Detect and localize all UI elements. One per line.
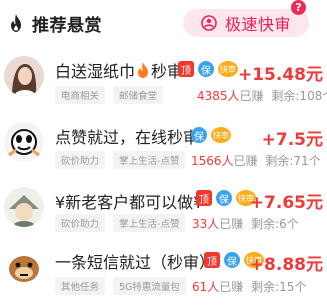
- task-title-text: 一条短信就过（秒审）: [55, 253, 216, 272]
- task-reward: +7.5元: [261, 130, 323, 150]
- tab-fast-review[interactable]: 极速快审: [183, 9, 309, 37]
- task-tags: 其他任务 5G特惠流量包: [55, 277, 194, 295]
- task-stats: 1566人已赚 剩余:71个: [191, 152, 321, 169]
- task-reward: +8.88元: [249, 255, 323, 275]
- done-count: 33人: [192, 217, 220, 231]
- done-text: 已赚: [233, 154, 258, 168]
- guarantee-badge: 保: [216, 190, 232, 206]
- flame-icon: [11, 14, 21, 32]
- task-title-text: ¥新老客户都可以做¥: [55, 193, 204, 212]
- task-title-text: 点赞就过，在线秒审: [55, 128, 200, 147]
- task-stats: 33人已赚 剩余:6个: [192, 215, 299, 232]
- done-text: 已赚: [239, 89, 264, 103]
- task-row[interactable]: ¥新老客户都可以做¥ 顶 保 快审 +7.65元 砍价助力 掌上生活-点赞 33…: [0, 183, 327, 247]
- task-row[interactable]: 一条短信就过（秒审） 顶 保 快审 +8.88元 其他任务 5G特惠流量包 61…: [0, 243, 327, 307]
- task-reward: +7.65元: [249, 193, 323, 213]
- remaining: 剩余:15个: [251, 280, 307, 294]
- done-text: 已赚: [219, 217, 244, 231]
- task-tags: 砍价助力 掌上生活-点赞: [55, 214, 193, 232]
- task-stats: 61人已赚 剩余:15个: [192, 278, 306, 295]
- done-count: 61人: [192, 280, 220, 294]
- task-badges: 顶 保 快审: [178, 61, 242, 77]
- guarantee-badge: 保: [198, 61, 214, 77]
- task-tag: 砍价助力: [55, 151, 106, 169]
- done-count: 1566人: [191, 154, 234, 168]
- task-tags: 砍价助力 掌上生活-点赞: [55, 151, 193, 169]
- task-tag: 掌上生活-点赞: [113, 214, 186, 232]
- avatar: [4, 187, 44, 227]
- task-reward: +15.48元: [237, 65, 323, 85]
- task-row[interactable]: 点赞就过，在线秒审 保 快审 +7.5元 砍价助力 掌上生活-点赞 1566人已…: [0, 118, 327, 182]
- avatar: [4, 247, 44, 287]
- remaining: 剩余:108个: [271, 89, 327, 103]
- task-stats: 4385人已赚 剩余:108个: [197, 87, 327, 104]
- task-title: 点赞就过，在线秒审: [55, 124, 199, 148]
- help-icon[interactable]: ?: [291, 0, 306, 15]
- guarantee-badge: 保: [224, 252, 240, 268]
- task-title: ¥新老客户都可以做¥: [55, 189, 203, 213]
- remaining: 剩余:71个: [265, 154, 321, 168]
- tab-fast-review-label: 极速快审: [224, 15, 291, 34]
- task-tag: 砍价助力: [55, 214, 106, 232]
- task-row[interactable]: 白送湿纸巾 秒审 顶 保 快审 +15.48元 电商相关 邮储食堂 4385人已…: [0, 52, 327, 116]
- tab-recommended-label: 推荐悬赏: [32, 15, 102, 36]
- guarantee-badge: 保: [191, 127, 207, 143]
- avatar: [4, 56, 44, 96]
- task-tag: 邮储食堂: [113, 86, 164, 104]
- top-badge: 顶: [178, 61, 194, 77]
- top-badge: 顶: [204, 252, 220, 268]
- task-tag: 其他任务: [55, 277, 106, 295]
- task-tags: 电商相关 邮储食堂: [55, 86, 171, 104]
- task-title: 一条短信就过（秒审）: [55, 249, 215, 273]
- done-count: 4385人: [197, 89, 240, 103]
- avatar: [4, 122, 44, 162]
- user-circle-icon: [201, 15, 217, 31]
- remaining: 剩余:6个: [251, 217, 299, 231]
- task-tag: 5G特惠流量包: [113, 277, 186, 295]
- done-text: 已赚: [219, 280, 244, 294]
- task-tag: 掌上生活-点赞: [113, 151, 186, 169]
- fast-review-badge: 快审: [211, 127, 231, 143]
- fast-review-badge: 快审: [218, 61, 238, 77]
- tab-recommended[interactable]: 推荐悬赏: [8, 10, 102, 36]
- tab-bar: 推荐悬赏 极速快审 ?: [0, 0, 327, 44]
- task-tag: 电商相关: [55, 86, 106, 104]
- task-title: 白送湿纸巾 秒审: [55, 58, 183, 82]
- task-badges: 保 快审: [191, 127, 235, 143]
- task-title-text: 白送湿纸巾: [55, 62, 136, 81]
- flame-icon: [138, 62, 149, 78]
- top-badge: 顶: [196, 190, 212, 206]
